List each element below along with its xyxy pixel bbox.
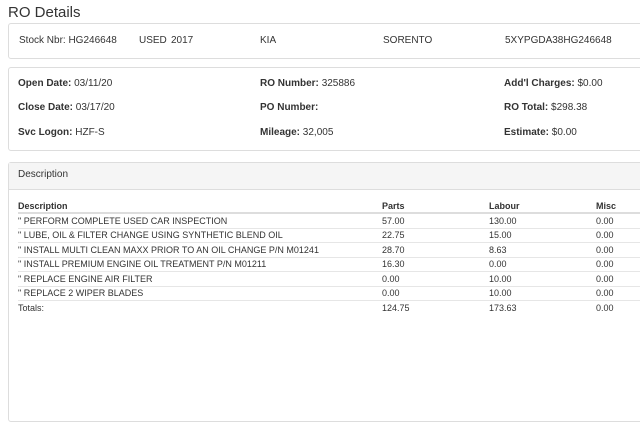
totals-row: Totals: 124.75 173.63 0.00 [18,300,640,315]
row-description: " INSTALL MULTI CLEAN MAXX PRIOR TO AN O… [18,242,382,257]
totals-misc: 0.00 [596,300,640,315]
row-description: " REPLACE ENGINE AIR FILTER [18,271,382,286]
vehicle-condition: USED [139,35,167,46]
close-date-value: 03/17/20 [75,102,115,113]
open-date-label: Open Date: [18,78,72,89]
table-header-row: Description Parts Labour Misc [18,200,640,214]
row-parts: 16.30 [382,256,489,272]
addl-charges-value: $0.00 [577,78,603,89]
ro-total-value: $298.38 [551,102,588,113]
ro-total-label: RO Total: [504,102,549,113]
page-title: RO Details [8,4,81,21]
svc-logon: Svc Logon: HZF-S [18,127,105,138]
mileage-value: 32,005 [302,127,334,138]
row-labour: 130.00 [489,212,596,228]
open-date-value: 03/11/20 [74,78,113,89]
ro-info-panel: Open Date: 03/11/20 Close Date: 03/17/20… [8,67,640,151]
line-items-table: Description Parts Labour Misc " PERFORM … [18,200,640,315]
estimate: Estimate: $0.00 [504,127,577,138]
column-header-labour: Labour [489,200,596,214]
vehicle-vin: 5XYPGDA38HG246648 [505,35,612,46]
row-labour: 10.00 [489,271,596,286]
row-misc: 0.00 [596,256,640,272]
close-date-label: Close Date: [18,102,74,113]
open-date: Open Date: 03/11/20 [18,78,112,89]
column-header-misc: Misc [596,200,640,214]
row-misc: 0.00 [596,212,640,228]
row-description: " LUBE, OIL & FILTER CHANGE USING SYNTHE… [18,227,382,243]
table-row: " REPLACE 2 WIPER BLADES 0.00 10.00 0.00 [18,285,640,301]
table-row: " LUBE, OIL & FILTER CHANGE USING SYNTHE… [18,227,640,243]
vehicle-make: KIA [260,35,277,46]
vehicle-year: 2017 [171,35,194,46]
description-panel-heading: Description [9,163,640,190]
estimate-value: $0.00 [551,127,577,138]
row-parts: 0.00 [382,271,489,286]
row-description: " REPLACE 2 WIPER BLADES [18,285,382,301]
ro-number-label: RO Number: [260,78,319,89]
row-misc: 0.00 [596,271,640,286]
table-row: " INSTALL PREMIUM ENGINE OIL TREATMENT P… [18,256,640,272]
addl-charges-label: Add'l Charges: [504,78,575,89]
row-misc: 0.00 [596,242,640,257]
row-labour: 15.00 [489,227,596,243]
close-date: Close Date: 03/17/20 [18,102,115,113]
row-description: " PERFORM COMPLETE USED CAR INSPECTION [18,212,382,228]
ro-number: RO Number: 325886 [260,78,355,89]
row-description: " INSTALL PREMIUM ENGINE OIL TREATMENT P… [18,256,382,272]
column-header-description: Description [18,200,382,214]
table-row: " REPLACE ENGINE AIR FILTER 0.00 10.00 0… [18,271,640,286]
description-panel: Description Description Parts Labour Mis… [8,162,640,422]
estimate-label: Estimate: [504,127,550,138]
table-row: " INSTALL MULTI CLEAN MAXX PRIOR TO AN O… [18,242,640,257]
row-labour: 8.63 [489,242,596,257]
row-parts: 22.75 [382,227,489,243]
column-header-parts: Parts [382,200,489,214]
vehicle-model: SORENTO [383,35,433,46]
totals-labour: 173.63 [489,300,596,315]
row-misc: 0.00 [596,285,640,301]
mileage: Mileage: 32,005 [260,127,333,138]
ro-total: RO Total: $298.38 [504,102,587,113]
row-misc: 0.00 [596,227,640,243]
row-labour: 10.00 [489,285,596,301]
svc-logon-label: Svc Logon: [18,127,73,138]
addl-charges: Add'l Charges: $0.00 [504,78,603,89]
po-number-label: PO Number: [260,102,319,113]
mileage-label: Mileage: [260,127,301,138]
stock-number: Stock Nbr: HG246648 [19,35,117,46]
svc-logon-value: HZF-S [75,127,105,138]
row-labour: 0.00 [489,256,596,272]
row-parts: 57.00 [382,212,489,228]
totals-label: Totals: [18,300,382,315]
po-number: PO Number: [260,102,318,113]
ro-number-value: 325886 [321,78,356,89]
table-row: " PERFORM COMPLETE USED CAR INSPECTION 5… [18,212,640,228]
row-parts: 0.00 [382,285,489,301]
totals-parts: 124.75 [382,300,489,315]
row-parts: 28.70 [382,242,489,257]
vehicle-info-panel: Stock Nbr: HG246648 USED 2017 KIA SORENT… [8,23,640,59]
